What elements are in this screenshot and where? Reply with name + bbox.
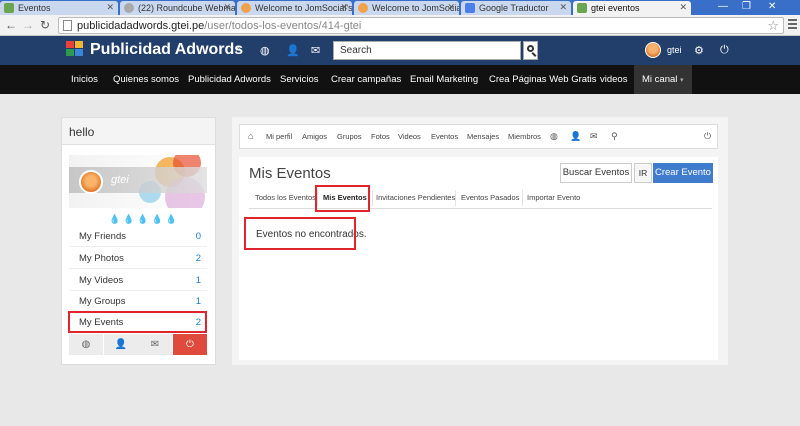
mail-icon[interactable]: ✉ bbox=[138, 334, 172, 355]
nav-item-crear-campanas[interactable]: Crear campañas bbox=[331, 65, 401, 94]
avatar[interactable] bbox=[645, 42, 661, 58]
globe-icon[interactable]: ◍ bbox=[69, 334, 103, 355]
subtab-pasados[interactable]: Eventos Pasados bbox=[461, 193, 519, 202]
nav-item-mi-canal[interactable]: Mi canal ▾ bbox=[634, 65, 692, 94]
subtab-invitaciones[interactable]: Invitaciones Pendientes bbox=[376, 193, 455, 202]
site-favicon-icon bbox=[4, 3, 14, 13]
main-panel: ⌂ Mi perfil Amigos Grupos Fotos Videos E… bbox=[232, 117, 728, 365]
tab-videos[interactable]: Videos bbox=[398, 132, 421, 141]
power-icon[interactable]: ⏻ bbox=[704, 131, 711, 142]
sidebar-item-my-groups[interactable]: My Groups 1 bbox=[69, 291, 207, 312]
mail-icon[interactable]: ✉ bbox=[590, 131, 598, 142]
power-icon[interactable]: ⏻ bbox=[173, 334, 207, 355]
highlight-box bbox=[68, 311, 207, 333]
sidebar-title: hello bbox=[62, 118, 215, 145]
user-icon[interactable]: 👤 bbox=[286, 44, 300, 57]
subtab-importar[interactable]: Importar Evento bbox=[527, 193, 580, 202]
nav-item-servicios[interactable]: Servicios bbox=[280, 65, 319, 94]
nav-item-crea-paginas[interactable]: Crea Páginas Web Gratis bbox=[489, 65, 597, 94]
close-icon[interactable]: ✕ bbox=[223, 2, 231, 13]
sidebar-item-my-friends[interactable]: My Friends 0 bbox=[69, 226, 207, 247]
user-add-icon[interactable]: 👤 bbox=[570, 131, 581, 142]
nav-item-publicidad-adwords[interactable]: Publicidad Adwords bbox=[188, 65, 271, 94]
close-icon[interactable]: ✕ bbox=[340, 2, 348, 13]
browser-menu-icon[interactable] bbox=[788, 19, 797, 31]
webmail-favicon-icon bbox=[124, 3, 134, 13]
search-events-button[interactable]: Buscar Eventos bbox=[560, 163, 632, 183]
globe-icon[interactable]: ◍ bbox=[550, 131, 558, 142]
forward-icon[interactable]: → bbox=[22, 18, 34, 32]
mail-icon[interactable]: ✉ bbox=[311, 44, 320, 57]
caret-down-icon: ▾ bbox=[680, 77, 684, 84]
profile-cover[interactable]: gtei bbox=[69, 155, 207, 208]
tab-grupos[interactable]: Grupos bbox=[337, 132, 362, 141]
power-icon[interactable]: ⏻ bbox=[720, 44, 729, 57]
nav-item-inicios[interactable]: Inicios bbox=[71, 65, 98, 94]
jomsocial-favicon-icon bbox=[241, 3, 251, 13]
jomsocial-favicon-icon bbox=[358, 3, 368, 13]
home-icon[interactable]: ⌂ bbox=[235, 44, 242, 56]
profile-toolbar: ⌂ Mi perfil Amigos Grupos Fotos Videos E… bbox=[239, 124, 718, 149]
browser-tab[interactable]: Welcome to JomSocial's C ✕ bbox=[237, 1, 352, 15]
browser-tab-active[interactable]: gtei eventos ✕ bbox=[573, 1, 691, 15]
page-icon bbox=[63, 20, 72, 31]
close-icon[interactable]: ✕ bbox=[447, 2, 455, 13]
close-icon[interactable]: ✕ bbox=[106, 2, 114, 13]
tab-mensajes[interactable]: Mensajes bbox=[467, 132, 499, 141]
browser-toolbar: ← → ↻ publicidadadwords.gtei.pe/user/tod… bbox=[0, 15, 800, 36]
minimize-icon[interactable]: — bbox=[718, 1, 728, 12]
header-username[interactable]: gtei bbox=[667, 45, 682, 55]
site-favicon-icon bbox=[577, 3, 587, 13]
nav-item-videos[interactable]: videos bbox=[600, 65, 627, 94]
search-input[interactable]: Search bbox=[333, 41, 521, 60]
browser-tab-strip: Eventos ✕ (22) Roundcube Webmail ✕ Welco… bbox=[0, 0, 800, 15]
url-text: publicidadadwords.gtei.pe/user/todos-los… bbox=[77, 20, 362, 32]
page-title: Mis Eventos bbox=[249, 165, 331, 182]
tab-amigos[interactable]: Amigos bbox=[302, 132, 327, 141]
user-add-icon[interactable]: 👤 bbox=[104, 334, 138, 355]
avatar[interactable] bbox=[79, 170, 103, 194]
tab-mi-perfil[interactable]: Mi perfil bbox=[266, 132, 292, 141]
search-icon[interactable]: ⚲ bbox=[611, 131, 618, 142]
address-bar[interactable]: publicidadadwords.gtei.pe/user/todos-los… bbox=[58, 17, 784, 34]
home-icon[interactable]: ⌂ bbox=[248, 131, 253, 141]
highlight-box bbox=[315, 185, 370, 212]
logo-icon bbox=[66, 41, 84, 57]
main-nav: Inicios Quienes somos Publicidad Adwords… bbox=[0, 65, 800, 94]
site-header: Publicidad Adwords ⌂ ◍ 👤 ✉ Search gtei ⚙… bbox=[0, 36, 800, 65]
sidebar-item-my-videos[interactable]: My Videos 1 bbox=[69, 270, 207, 291]
browser-tab[interactable]: Eventos ✕ bbox=[0, 1, 118, 15]
cover-username: gtei bbox=[111, 174, 129, 186]
gear-icon[interactable]: ⚙ bbox=[694, 44, 704, 57]
back-icon[interactable]: ← bbox=[5, 18, 17, 32]
search-icon bbox=[527, 45, 534, 52]
nav-item-quienes-somos[interactable]: Quienes somos bbox=[113, 65, 179, 94]
search-button[interactable] bbox=[523, 41, 538, 60]
tab-fotos[interactable]: Fotos bbox=[371, 132, 390, 141]
globe-icon[interactable]: ◍ bbox=[260, 44, 270, 57]
drop-icons: 💧💧💧💧💧 bbox=[109, 214, 181, 224]
reload-icon[interactable]: ↻ bbox=[40, 18, 50, 32]
browser-tab[interactable]: Welcome to JomSocial's C ✕ bbox=[354, 1, 459, 15]
close-icon[interactable]: ✕ bbox=[679, 2, 687, 13]
close-icon[interactable]: ✕ bbox=[559, 2, 567, 13]
events-content: Mis Eventos Buscar Eventos IR Crear Even… bbox=[239, 157, 718, 360]
browser-tab[interactable]: Google Traductor ✕ bbox=[461, 1, 571, 15]
restore-icon[interactable]: ❐ bbox=[742, 1, 751, 12]
browser-tab[interactable]: (22) Roundcube Webmail ✕ bbox=[120, 1, 235, 15]
highlight-box bbox=[244, 217, 356, 250]
nav-item-email-marketing[interactable]: Email Marketing bbox=[410, 65, 478, 94]
window-close-icon[interactable]: ✕ bbox=[768, 1, 776, 12]
tab-eventos[interactable]: Eventos bbox=[431, 132, 458, 141]
sidebar-action-bar: ◍ 👤 ✉ ⏻ bbox=[69, 334, 207, 355]
bookmark-star-icon[interactable]: ☆ bbox=[767, 18, 779, 34]
site-title: Publicidad Adwords bbox=[90, 41, 244, 58]
sidebar-item-my-photos[interactable]: My Photos 2 bbox=[69, 248, 207, 269]
ir-button[interactable]: IR bbox=[634, 163, 652, 183]
translate-favicon-icon bbox=[465, 3, 475, 13]
create-event-button[interactable]: Crear Evento bbox=[653, 163, 713, 183]
tab-miembros[interactable]: Miembros bbox=[508, 132, 541, 141]
subtab-todos[interactable]: Todos los Eventos bbox=[255, 193, 316, 202]
profile-sidebar: hello gtei 💧💧💧💧💧 My Friends 0 My Photos … bbox=[61, 117, 216, 365]
